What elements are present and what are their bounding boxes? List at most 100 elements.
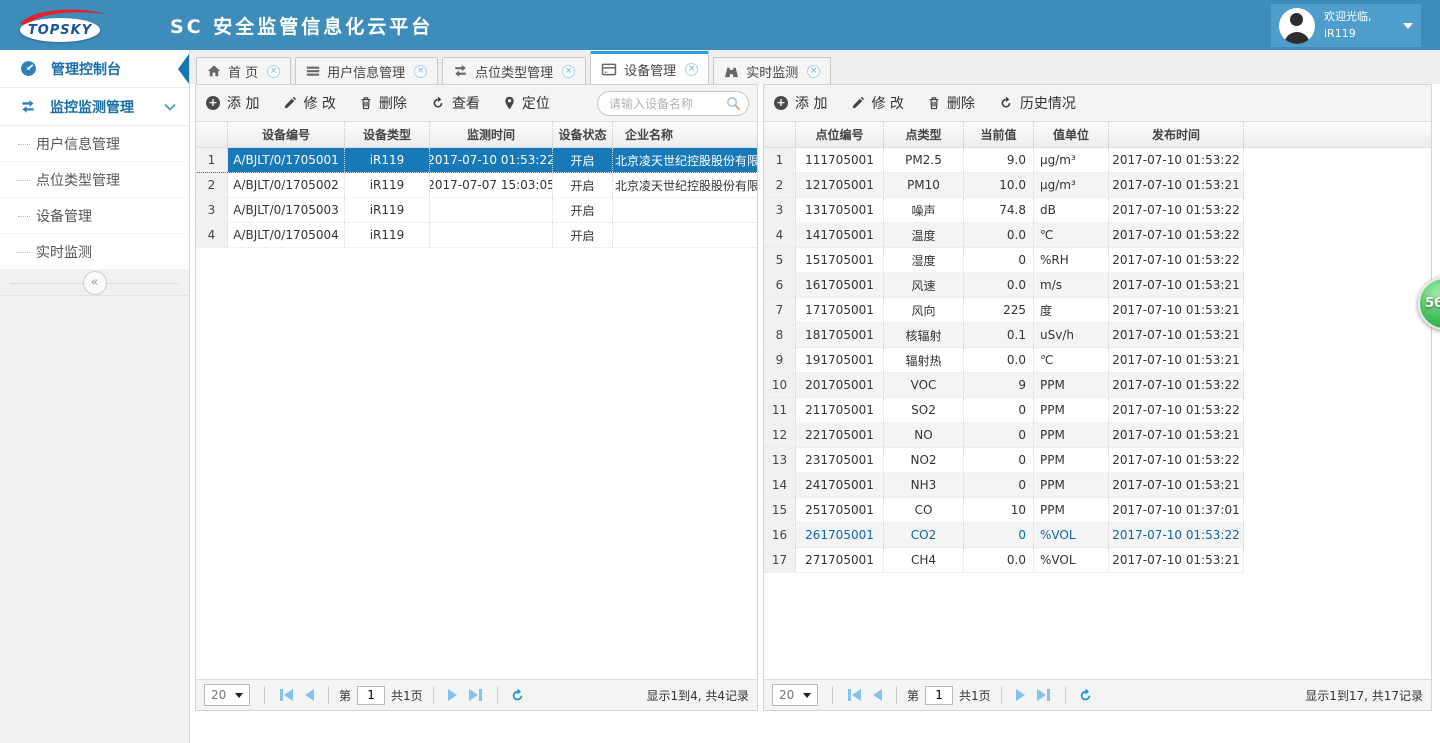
table-row[interactable]: 9191705001辐射热0.0℃2017-07-10 01:53:21 — [764, 348, 1244, 373]
table-cell: 温度 — [884, 223, 964, 247]
table-row[interactable]: 13231705001NO20PPM2017-07-10 01:53:22 — [764, 448, 1244, 473]
table-row[interactable]: 10201705001VOC9PPM2017-07-10 01:53:22 — [764, 373, 1244, 398]
refresh-button[interactable] — [1078, 688, 1093, 703]
tab-point-type[interactable]: 点位类型管理 — [442, 57, 586, 84]
user-menu[interactable]: 欢迎光临, iR119 — [1271, 4, 1421, 47]
table-row[interactable]: 1A/BJLT/0/1705001iR1192017-07-10 01:53:2… — [196, 148, 757, 173]
page-size-select[interactable]: 20 — [204, 684, 250, 706]
view-button[interactable]: 查看 — [431, 93, 480, 113]
table-cell: 0 — [964, 423, 1034, 447]
sidebar-item-point-type[interactable]: 点位类型管理 — [0, 162, 189, 198]
page-number-input[interactable] — [925, 686, 953, 705]
table-cell: 161705001 — [796, 273, 884, 297]
refresh-button[interactable] — [510, 688, 525, 703]
delete-button[interactable]: 删除 — [360, 93, 407, 113]
column-header[interactable] — [196, 122, 228, 147]
table-row[interactable]: 15251705001CO10PPM2017-07-10 01:37:01 — [764, 498, 1244, 523]
sidebar-item-console[interactable]: 管理控制台 — [0, 50, 189, 88]
topsky-logo: TOPSKY — [16, 7, 108, 43]
column-header[interactable]: 设备类型 — [345, 122, 430, 147]
header-filler — [685, 122, 757, 147]
header-filler — [1244, 122, 1431, 147]
close-icon[interactable] — [267, 65, 280, 78]
search-icon[interactable] — [726, 96, 741, 111]
column-header[interactable]: 点类型 — [884, 122, 964, 147]
table-cell: 7 — [764, 298, 796, 322]
table-cell: %VOL — [1034, 548, 1109, 572]
table-row[interactable]: 3131705001噪声74.8dB2017-07-10 01:53:22 — [764, 198, 1244, 223]
table-row[interactable]: 1111705001PM2.59.0μg/m³2017-07-10 01:53:… — [764, 148, 1244, 173]
table-cell: 2017-07-10 01:53:21 — [1109, 298, 1244, 322]
table-row[interactable]: 5151705001湿度0%RH2017-07-10 01:53:22 — [764, 248, 1244, 273]
page-size-select[interactable]: 20 — [772, 684, 818, 706]
next-page-button[interactable] — [1016, 689, 1025, 701]
table-row[interactable]: 11211705001SO20PPM2017-07-10 01:53:22 — [764, 398, 1244, 423]
column-header[interactable]: 监测时间 — [430, 122, 553, 147]
grid-body: 1A/BJLT/0/1705001iR1192017-07-10 01:53:2… — [196, 148, 757, 679]
device-card-icon — [601, 63, 617, 76]
tab-device-management[interactable]: 设备管理 — [590, 51, 709, 84]
table-cell: 2017-07-10 01:53:22 — [1109, 223, 1244, 247]
column-header[interactable]: 点位编号 — [796, 122, 884, 147]
next-page-button[interactable] — [448, 689, 457, 701]
table-row[interactable]: 2A/BJLT/0/1705002iR1192017-07-07 15:03:0… — [196, 173, 757, 198]
column-header[interactable] — [764, 122, 796, 147]
table-row[interactable]: 6161705001风速0.0m/s2017-07-10 01:53:21 — [764, 273, 1244, 298]
column-header[interactable]: 企业名称 — [613, 122, 685, 147]
button-label: 历史情况 — [1020, 93, 1076, 113]
delete-button[interactable]: 删除 — [928, 93, 975, 113]
column-header[interactable]: 发布时间 — [1109, 122, 1244, 147]
table-cell: 231705001 — [796, 448, 884, 472]
sidebar-item-realtime[interactable]: 实时监测 — [0, 234, 189, 270]
first-page-button[interactable] — [279, 689, 293, 701]
logo-text: TOPSKY — [28, 23, 92, 38]
table-row[interactable]: 4141705001温度0.0℃2017-07-10 01:53:22 — [764, 223, 1244, 248]
table-row[interactable]: 3A/BJLT/0/1705003iR119开启 — [196, 198, 757, 223]
column-header[interactable]: 设备编号 — [228, 122, 345, 147]
table-row[interactable]: 4A/BJLT/0/1705004iR119开启 — [196, 223, 757, 248]
column-header[interactable]: 值单位 — [1034, 122, 1109, 147]
sidebar-item-monitor-group[interactable]: 监控监测管理 — [0, 88, 189, 126]
table-row[interactable]: 8181705001核辐射0.1uSv/h2017-07-10 01:53:21 — [764, 323, 1244, 348]
close-icon[interactable] — [414, 65, 427, 78]
table-cell: A/BJLT/0/1705001 — [228, 148, 345, 172]
button-label: 添 加 — [795, 93, 827, 113]
locate-button[interactable]: 定位 — [504, 93, 550, 113]
add-button[interactable]: 添 加 — [206, 93, 259, 113]
table-cell: PPM — [1034, 498, 1109, 522]
table-row[interactable]: 16261705001CO20%VOL2017-07-10 01:53:22 — [764, 523, 1244, 548]
table-cell: CO — [884, 498, 964, 522]
close-icon[interactable] — [562, 65, 575, 78]
device-grid: 设备编号设备类型监测时间设备状态企业名称 1A/BJLT/0/1705001iR… — [196, 122, 757, 679]
close-icon[interactable] — [807, 65, 820, 78]
page-number-input[interactable] — [357, 686, 385, 705]
table-cell: 0.0 — [964, 548, 1034, 572]
sidebar-item-device[interactable]: 设备管理 — [0, 198, 189, 234]
collapse-sidebar-button[interactable] — [83, 271, 107, 295]
sidebar-item-user-info[interactable]: 用户信息管理 — [0, 126, 189, 162]
close-icon[interactable] — [685, 63, 698, 76]
last-page-button[interactable] — [469, 689, 483, 701]
prev-page-button[interactable] — [305, 689, 314, 701]
prev-page-button[interactable] — [873, 689, 882, 701]
plus-circle-icon — [774, 96, 788, 110]
table-cell: 141705001 — [796, 223, 884, 247]
last-page-button[interactable] — [1037, 689, 1051, 701]
add-button[interactable]: 添 加 — [774, 93, 827, 113]
table-row[interactable]: 7171705001风向225度2017-07-10 01:53:21 — [764, 298, 1244, 323]
table-cell: 9.0 — [964, 148, 1034, 172]
first-page-button[interactable] — [847, 689, 861, 701]
column-header[interactable]: 当前值 — [964, 122, 1034, 147]
table-row[interactable]: 17271705001CH40.0%VOL2017-07-10 01:53:21 — [764, 548, 1244, 573]
edit-button[interactable]: 修 改 — [851, 93, 903, 113]
table-row[interactable]: 14241705001NH30PPM2017-07-10 01:53:21 — [764, 473, 1244, 498]
table-cell: 开启 — [553, 173, 613, 197]
table-row[interactable]: 2121705001PM1010.0μg/m³2017-07-10 01:53:… — [764, 173, 1244, 198]
history-button[interactable]: 历史情况 — [999, 93, 1076, 113]
table-row[interactable]: 12221705001NO0PPM2017-07-10 01:53:21 — [764, 423, 1244, 448]
tab-user-info[interactable]: 用户信息管理 — [295, 57, 438, 84]
column-header[interactable]: 设备状态 — [553, 122, 613, 147]
tab-realtime-monitor[interactable]: 实时监测 — [713, 57, 831, 84]
tab-home[interactable]: 首 页 — [196, 57, 291, 84]
edit-button[interactable]: 修 改 — [283, 93, 335, 113]
